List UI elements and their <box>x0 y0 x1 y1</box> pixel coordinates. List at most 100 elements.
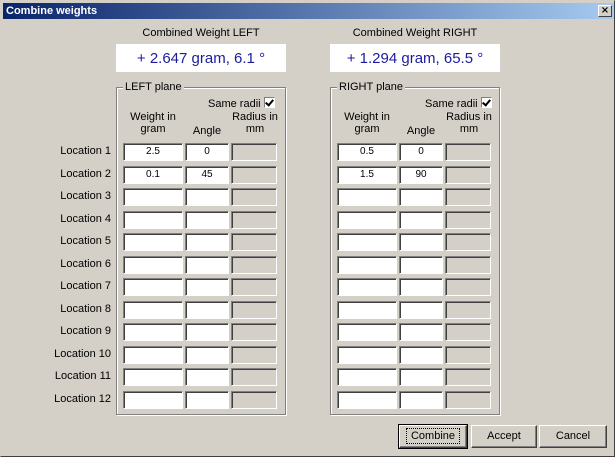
right-weight-field[interactable]: 1.5 <box>337 165 397 184</box>
right-weight-field[interactable] <box>337 345 397 364</box>
left-weight-field[interactable] <box>123 233 183 251</box>
right-same-radii-checkbox[interactable] <box>480 97 492 108</box>
left-angle-field[interactable] <box>185 210 229 229</box>
combined-weight-left-label: Combined Weight LEFT <box>142 27 260 39</box>
right-angle-field[interactable] <box>399 255 443 274</box>
combine-weights-dialog: Combine weights × Combined Weight LEFT +… <box>0 0 615 457</box>
right-radius-field <box>445 390 491 409</box>
location-label: Location 4 <box>60 212 111 225</box>
right-radius-field <box>445 233 491 251</box>
right-radius-field <box>445 300 491 319</box>
right-angle-field[interactable]: 0 <box>399 143 443 161</box>
left-radius-field <box>231 368 277 386</box>
right-weight-field[interactable] <box>337 390 397 409</box>
right-col-angle: Angle <box>406 125 436 137</box>
left-same-radii-label: Same radii <box>208 98 261 110</box>
right-angle-field[interactable] <box>399 390 443 409</box>
right-angle-field[interactable]: 90 <box>399 165 443 184</box>
right-weight-field[interactable] <box>337 233 397 251</box>
left-weight-field[interactable]: 0.1 <box>123 165 183 184</box>
left-same-radii[interactable]: Same radii <box>208 97 275 110</box>
left-weight-field[interactable] <box>123 188 183 206</box>
close-button[interactable]: × <box>598 5 612 17</box>
left-radius-field <box>231 390 277 409</box>
left-angle-field[interactable]: 0 <box>185 143 229 161</box>
right-radius-field <box>445 323 491 341</box>
location-label: Location 11 <box>54 370 111 382</box>
left-weight-field[interactable] <box>123 345 183 364</box>
right-angle-field[interactable] <box>399 345 443 364</box>
close-icon: × <box>600 5 610 16</box>
right-radius-field <box>445 188 491 206</box>
right-weight-field[interactable] <box>337 210 397 229</box>
location-label: Location 3 <box>60 190 111 202</box>
left-radius-field <box>231 345 277 364</box>
right-plane-group: RIGHT plane Same radii Weight in gram An… <box>330 81 500 415</box>
left-angle-field[interactable] <box>185 278 229 296</box>
right-weight-field[interactable] <box>337 278 397 296</box>
left-angle-field[interactable]: 45 <box>185 165 229 184</box>
left-weight-field[interactable] <box>123 278 183 296</box>
right-weight-field[interactable] <box>337 188 397 206</box>
left-weight-field[interactable] <box>123 368 183 386</box>
right-radius-field <box>445 278 491 296</box>
right-radius-field <box>445 210 491 229</box>
left-radius-field <box>231 278 277 296</box>
left-radius-field <box>231 233 277 251</box>
right-angle-field[interactable] <box>399 188 443 206</box>
left-angle-field[interactable] <box>185 323 229 341</box>
right-angle-field[interactable] <box>399 368 443 386</box>
cancel-button-label: Cancel <box>555 430 591 442</box>
left-col-angle: Angle <box>192 125 222 137</box>
combined-weight-right-value: + 1.294 gram, 65.5 ° <box>330 44 500 72</box>
left-angle-field[interactable] <box>185 255 229 274</box>
accept-button[interactable]: Accept <box>471 425 537 448</box>
right-radius-field <box>445 143 491 161</box>
right-angle-field[interactable] <box>399 300 443 319</box>
left-weight-field[interactable]: 2.5 <box>123 143 183 161</box>
left-plane-group: LEFT plane Same radii Weight in gram Ang… <box>116 81 286 415</box>
right-weight-field[interactable]: 0.5 <box>337 143 397 161</box>
left-weight-field[interactable] <box>123 323 183 341</box>
title-bar: Combine weights × <box>3 3 614 19</box>
left-same-radii-checkbox[interactable] <box>263 97 275 108</box>
location-label: Location 2 <box>60 167 111 180</box>
left-angle-field[interactable] <box>185 368 229 386</box>
left-angle-field[interactable] <box>185 390 229 409</box>
right-angle-field[interactable] <box>399 210 443 229</box>
left-radius-field <box>231 143 277 161</box>
right-weight-field[interactable] <box>337 323 397 341</box>
location-label: Location 6 <box>60 257 111 270</box>
window-title: Combine weights <box>6 5 98 17</box>
location-label: Location 9 <box>60 325 111 337</box>
left-radius-field <box>231 323 277 341</box>
combined-weight-right-label: Combined Weight RIGHT <box>352 27 478 39</box>
right-weight-field[interactable] <box>337 368 397 386</box>
right-angle-field[interactable] <box>399 278 443 296</box>
left-radius-field <box>231 188 277 206</box>
left-weight-field[interactable] <box>123 255 183 274</box>
cancel-button[interactable]: Cancel <box>539 425 607 448</box>
left-weight-field[interactable] <box>123 390 183 409</box>
left-weight-field[interactable] <box>123 300 183 319</box>
right-angle-field[interactable] <box>399 233 443 251</box>
right-radius-field <box>445 345 491 364</box>
left-col-radius: Radius in mm <box>232 111 278 135</box>
left-angle-field[interactable] <box>185 345 229 364</box>
location-label: Location 8 <box>60 302 111 315</box>
left-radius-field <box>231 210 277 229</box>
combine-button[interactable]: Combine <box>398 424 468 449</box>
right-weight-field[interactable] <box>337 300 397 319</box>
left-angle-field[interactable] <box>185 300 229 319</box>
location-label: Location 1 <box>60 145 111 157</box>
right-radius-field <box>445 165 491 184</box>
right-weight-field[interactable] <box>337 255 397 274</box>
right-same-radii[interactable]: Same radii <box>425 97 492 110</box>
location-label: Location 7 <box>60 280 111 292</box>
right-angle-field[interactable] <box>399 323 443 341</box>
left-angle-field[interactable] <box>185 188 229 206</box>
left-weight-field[interactable] <box>123 210 183 229</box>
left-angle-field[interactable] <box>185 233 229 251</box>
location-label: Location 10 <box>54 347 111 360</box>
left-radius-field <box>231 300 277 319</box>
